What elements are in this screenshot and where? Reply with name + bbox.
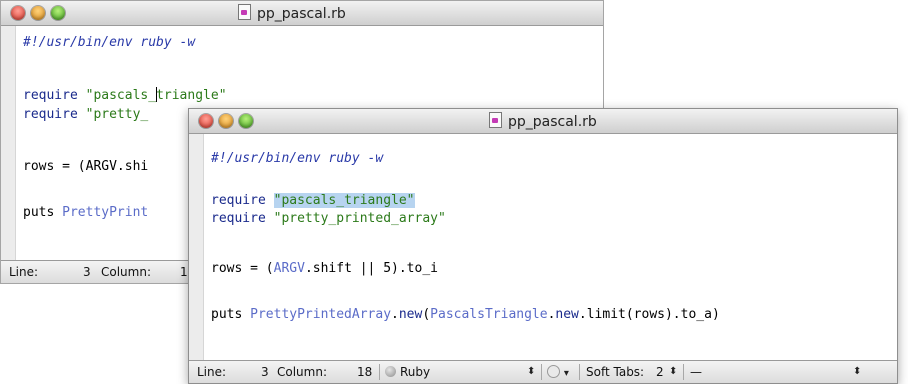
chevron-down-icon: ▾ (563, 368, 569, 379)
code-line-6: rows = (ARGV.shift || 5).to_i (211, 261, 438, 276)
code-line-8: puts PrettyPrint (23, 205, 149, 220)
minimize-button[interactable] (31, 6, 45, 20)
zoom-button[interactable] (51, 6, 65, 20)
divider (683, 364, 684, 380)
up-down-arrows-icon[interactable]: ⬍ (669, 366, 677, 377)
up-down-arrows-icon[interactable]: ⬍ (527, 366, 535, 377)
code-line-3: require "pascals_triangle" (211, 193, 415, 208)
titlebar[interactable]: pp_pascal.rb (1, 1, 603, 26)
window-title: pp_pascal.rb (238, 4, 346, 22)
symbol-popup[interactable]: — (690, 365, 702, 379)
zoom-button[interactable] (239, 114, 253, 128)
window-title: pp_pascal.rb (489, 112, 597, 130)
code-line-3: require "pascals_triangle" (23, 87, 227, 103)
front-editor-window: pp_pascal.rb #!/usr/bin/env ruby -w requ… (188, 108, 898, 384)
soft-tabs-value[interactable]: 2 (656, 365, 664, 379)
gear-menu-button[interactable]: ▾ (547, 365, 569, 379)
column-value: 1 (180, 265, 188, 279)
column-label: Column: (277, 365, 327, 379)
close-button[interactable] (11, 6, 25, 20)
line-value: 3 (261, 365, 269, 379)
minimize-button[interactable] (219, 114, 233, 128)
status-bar: Line: 3 Column: 18 Ruby ⬍ ▾ Soft Tabs: 2… (189, 360, 897, 383)
gutter (189, 134, 204, 360)
gutter (1, 26, 16, 260)
code-line-8: puts PrettyPrintedArray.new(PascalsTrian… (211, 307, 720, 322)
divider (541, 364, 542, 380)
close-button[interactable] (199, 114, 213, 128)
column-label: Column: (101, 265, 151, 279)
gear-menu-icon (547, 365, 560, 378)
ruby-document-icon (238, 4, 251, 20)
code-line-1: #!/usr/bin/env ruby -w (211, 151, 384, 166)
language-popup[interactable]: Ruby (385, 365, 430, 379)
code-line-6: rows = (ARGV.shi (23, 159, 149, 174)
selected-text: "pascals_triangle" (273, 193, 415, 208)
up-down-arrows-icon[interactable]: ⬍ (853, 366, 861, 377)
line-label: Line: (9, 265, 39, 279)
line-value: 3 (83, 265, 91, 279)
code-line-1: #!/usr/bin/env ruby -w (23, 35, 196, 50)
code-line-4: require "pretty_ (23, 107, 149, 122)
code-line-4: require "pretty_printed_array" (211, 211, 446, 226)
ruby-document-icon (489, 112, 502, 128)
titlebar[interactable]: pp_pascal.rb (189, 109, 897, 134)
line-label: Line: (197, 365, 227, 379)
divider (579, 364, 580, 380)
soft-tabs-label: Soft Tabs: (586, 365, 645, 379)
ruby-dot-icon (385, 366, 396, 377)
divider (379, 364, 380, 380)
column-value: 18 (357, 365, 373, 379)
